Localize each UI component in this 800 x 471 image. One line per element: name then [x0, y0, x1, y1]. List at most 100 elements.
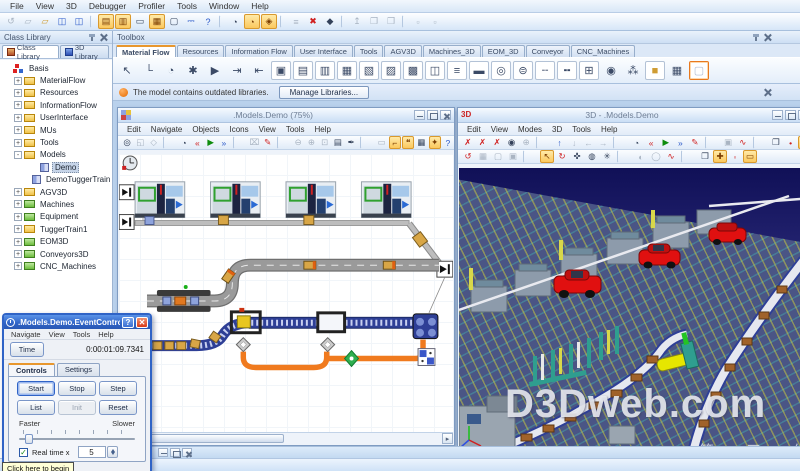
3d-library-toggle-icon[interactable]: ▥: [115, 14, 131, 29]
sep[interactable]: [705, 136, 719, 149]
sep[interactable]: [360, 136, 372, 149]
comment-icon[interactable]: ❝: [402, 136, 414, 149]
console-toggle-icon[interactable]: ▭: [132, 14, 148, 29]
grid-icon[interactable]: ▦: [667, 61, 687, 80]
agv-path[interactable]: [243, 352, 326, 368]
sep[interactable]: [617, 150, 631, 163]
grid-toggle-icon[interactable]: ▦: [415, 136, 427, 149]
transporter[interactable]: [383, 261, 395, 269]
slider-track[interactable]: [19, 438, 135, 440]
tree-toggle[interactable]: [14, 101, 22, 109]
tree-row[interactable]: UserInterface: [0, 112, 112, 124]
menu-item[interactable]: Objects: [187, 125, 224, 134]
open-origin-icon[interactable]: ◱: [134, 136, 146, 149]
sep[interactable]: [536, 136, 550, 149]
zoom-out-icon[interactable]: ⊖: [292, 136, 304, 149]
scroll-thumb[interactable]: [134, 434, 284, 443]
conveyor-line[interactable]: [135, 221, 409, 226]
select-area-icon[interactable]: ◇: [148, 136, 160, 149]
manage-libraries-button[interactable]: Manage Libraries...: [279, 86, 369, 99]
close-icon[interactable]: ✕: [136, 317, 148, 328]
turntable[interactable]: [413, 314, 438, 339]
console-icon[interactable]: ▭: [376, 136, 388, 149]
converter-icon[interactable]: ⊜: [513, 61, 533, 80]
trigger-icon[interactable]: ▶: [205, 61, 225, 80]
open-model-icon[interactable]: ▱: [37, 14, 53, 29]
tree-toggle[interactable]: [3, 64, 11, 72]
tree-toggle[interactable]: [14, 151, 22, 159]
transporter[interactable]: [304, 261, 316, 269]
tree-row[interactable]: Machines: [0, 198, 112, 210]
menu-item[interactable]: Tools: [171, 1, 203, 11]
sep[interactable]: [277, 136, 289, 149]
sep[interactable]: [613, 136, 627, 149]
close-icon[interactable]: [182, 448, 192, 457]
sep[interactable]: [402, 15, 407, 28]
frame-icon[interactable]: ▢: [491, 150, 505, 163]
menu-item[interactable]: Tools: [69, 330, 95, 339]
tree-toggle[interactable]: [14, 89, 22, 97]
method-object[interactable]: [418, 349, 435, 366]
tree-toggle[interactable]: [14, 250, 22, 258]
tree-row[interactable]: Conveyors3D: [0, 248, 112, 260]
realtime-checkbox[interactable]: ✓: [19, 448, 28, 457]
pan-icon[interactable]: ✜: [570, 150, 584, 163]
tree-row[interactable]: MUs: [0, 124, 112, 136]
sep[interactable]: [90, 15, 95, 28]
horizontal-scrollbar[interactable]: ◂ ▸: [119, 433, 453, 444]
tree-toggle[interactable]: [14, 114, 22, 122]
close-icon[interactable]: [440, 110, 451, 120]
tree-row[interactable]: EOM3D: [0, 235, 112, 247]
menu-item[interactable]: Modes: [513, 125, 547, 134]
minimize-icon[interactable]: [772, 110, 783, 120]
menu-item[interactable]: File: [4, 1, 30, 11]
orbit-icon[interactable]: ◍: [585, 150, 599, 163]
menu-item[interactable]: 3D: [60, 1, 83, 11]
back-icon[interactable]: ←: [582, 136, 596, 149]
toolbox-tab[interactable]: Machines_3D: [423, 45, 481, 57]
library-tab[interactable]: Class Library: [2, 45, 59, 58]
tools-icon[interactable]: ✦: [429, 136, 441, 149]
delete-icon[interactable]: ✖: [305, 14, 321, 29]
open-icon[interactable]: ▱: [20, 14, 36, 29]
toolbox-tab[interactable]: CNC_Machines: [571, 45, 636, 57]
class-library-toggle-icon[interactable]: ▤: [98, 14, 114, 29]
source-icon[interactable]: ⇥: [227, 61, 247, 80]
magnifier-icon[interactable]: ⊕: [519, 136, 533, 149]
event-controller-icon[interactable]: ◔: [244, 14, 260, 29]
slider-thumb[interactable]: [25, 434, 33, 444]
promote-icon[interactable]: ↥: [349, 14, 365, 29]
menu-item[interactable]: Navigate: [7, 330, 45, 339]
toolbox-toggle-icon[interactable]: ▦: [149, 14, 165, 29]
sep[interactable]: [681, 150, 695, 163]
menu-item[interactable]: View: [30, 1, 60, 11]
menu-item[interactable]: Edit: [462, 125, 486, 134]
copy-icon[interactable]: ❐: [366, 14, 382, 29]
photo-icon[interactable]: ▦: [476, 150, 490, 163]
rotate-icon[interactable]: ↻: [555, 150, 569, 163]
select-icon[interactable]: ↖: [540, 150, 554, 163]
forward-icon[interactable]: →: [596, 136, 610, 149]
tree-row[interactable]: CNC_Machines: [0, 260, 112, 272]
model-window-icon[interactable]: ▢: [166, 14, 182, 29]
machine-station[interactable]: [286, 182, 336, 218]
ec-tab[interactable]: Controls: [8, 363, 55, 376]
close-icon[interactable]: [763, 33, 772, 42]
viewport-3d[interactable]: D3Dweb.com 第 三 维 度: [459, 168, 800, 460]
machine-station[interactable]: [135, 182, 185, 218]
hierarchy-icon[interactable]: ⁂: [623, 61, 643, 80]
spinner-icon[interactable]: [107, 446, 118, 458]
sep[interactable]: [753, 136, 767, 149]
event-controller-icon[interactable]: ◔: [161, 61, 181, 80]
point2-icon[interactable]: ◦: [728, 150, 742, 163]
menu-item[interactable]: Debugger: [83, 1, 132, 11]
event-controller-icon[interactable]: ◔: [178, 136, 190, 149]
ec-button[interactable]: Step: [99, 381, 137, 396]
transfer-station-icon[interactable]: ⊞: [579, 61, 599, 80]
globe-icon[interactable]: ◯: [649, 150, 663, 163]
tree-row[interactable]: TuggerTrain1: [0, 223, 112, 235]
model-2d-titlebar[interactable]: .Models.Demo (75%): [118, 108, 454, 123]
realtime-factor-input[interactable]: 5: [78, 446, 106, 458]
snapshot-icon[interactable]: ▣: [721, 136, 735, 149]
anim2-icon[interactable]: ∿: [664, 150, 678, 163]
